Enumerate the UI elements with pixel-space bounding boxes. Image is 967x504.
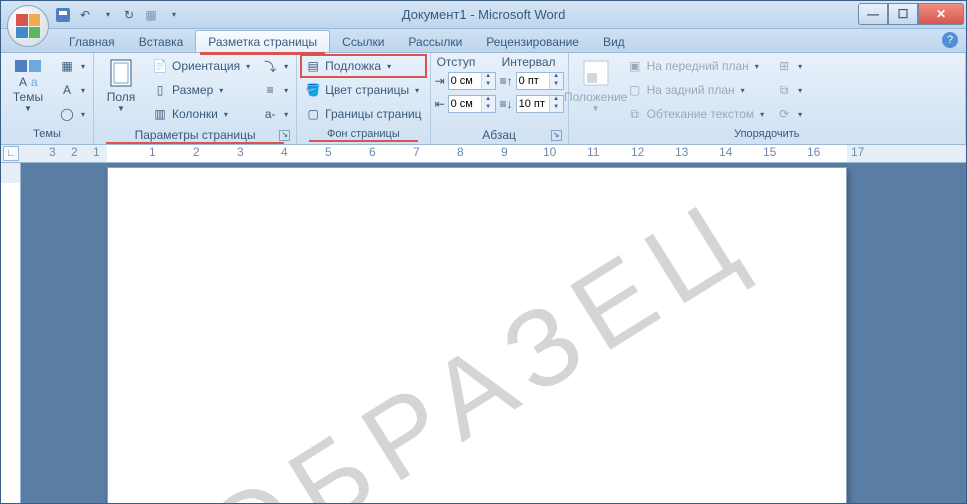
- quick-access-toolbar: ↶ ↻ ▦: [55, 1, 181, 28]
- rotate-icon: ⟳: [776, 106, 792, 122]
- tab-view[interactable]: Вид: [591, 31, 637, 52]
- fonts-icon: A: [59, 82, 75, 98]
- document-area[interactable]: ОБРАЗЕЦ: [21, 163, 966, 503]
- indent-right-spinner[interactable]: ▲▼: [448, 95, 496, 113]
- group-pagesetup-label: Параметры страницы↘: [98, 128, 292, 144]
- tab-references[interactable]: Ссылки: [330, 31, 396, 52]
- columns-button[interactable]: ▥Колонки: [148, 103, 254, 125]
- svg-text:a: a: [31, 75, 38, 88]
- position-button[interactable]: Положение ▼: [573, 55, 619, 116]
- tab-review[interactable]: Рецензирование: [474, 31, 591, 52]
- size-icon: ▯: [152, 82, 168, 98]
- group-themes: Aa Темы ▼ ▦ A ◯ Темы: [1, 53, 94, 144]
- page-borders-button[interactable]: ▢Границы страниц: [301, 103, 425, 125]
- group-page-background: ▤Подложка 🪣Цвет страницы ▢Границы страни…: [297, 53, 430, 144]
- redo-icon[interactable]: ↻: [121, 7, 137, 23]
- workspace: ОБРАЗЕЦ: [1, 163, 966, 503]
- rotate-button[interactable]: ⟳: [772, 103, 806, 125]
- office-button[interactable]: [7, 5, 49, 47]
- size-button[interactable]: ▯Размер: [148, 79, 254, 101]
- group-paragraph: Отступ ⇥▲▼ ⇤▲▼ Интервал ≡↑▲▼ ≡↓▲▼ Абзац↘: [431, 53, 569, 144]
- align-icon: ⊞: [776, 58, 792, 74]
- colors-icon: ▦: [59, 58, 75, 74]
- linenum-button[interactable]: ≡: [258, 79, 292, 101]
- minimize-button[interactable]: —: [858, 3, 888, 25]
- margins-icon: [105, 57, 137, 89]
- app-window: ↶ ↻ ▦ Документ1 - Microsoft Word — ☐ ✕ Г…: [0, 0, 967, 504]
- indent-right-icon: ⇤: [435, 97, 445, 111]
- linenum-icon: ≡: [262, 82, 278, 98]
- ribbon: Aa Темы ▼ ▦ A ◯ Темы Поля ▼: [1, 53, 966, 145]
- quickprint-icon[interactable]: ▦: [143, 7, 159, 23]
- document-page[interactable]: ОБРАЗЕЦ: [107, 167, 847, 503]
- text-wrap-button[interactable]: ⧉Обтекание текстом: [623, 103, 769, 125]
- align-button[interactable]: ⊞: [772, 55, 806, 77]
- breaks-icon: ⤵: [262, 58, 278, 74]
- group-paragraph-label: Абзац↘: [435, 128, 564, 144]
- themes-label: Темы: [13, 91, 43, 104]
- group-background-label: Фон страницы: [301, 128, 425, 144]
- columns-icon: ▥: [152, 106, 168, 122]
- pagecolor-icon: 🪣: [305, 82, 321, 98]
- group-arrange: Положение ▼ ▣На передний план ▢На задний…: [569, 53, 966, 144]
- borders-icon: ▢: [305, 106, 321, 122]
- undo-icon[interactable]: ↶: [77, 7, 93, 23]
- wrap-icon: ⧉: [627, 106, 643, 122]
- tab-insert[interactable]: Вставка: [127, 31, 196, 52]
- effects-icon: ◯: [59, 106, 75, 122]
- pagesetup-launcher[interactable]: ↘: [279, 130, 290, 141]
- vertical-ruler[interactable]: [1, 163, 21, 503]
- group-page-setup: Поля ▼ 📄Ориентация ▯Размер ▥Колонки ⤵ ≡ …: [94, 53, 297, 144]
- undo-dropdown[interactable]: [99, 7, 115, 23]
- title-bar: ↶ ↻ ▦ Документ1 - Microsoft Word — ☐ ✕: [1, 1, 966, 29]
- watermark-button[interactable]: ▤Подложка: [301, 55, 425, 77]
- indent-left-icon: ⇥: [435, 74, 445, 88]
- bring-front-button[interactable]: ▣На передний план: [623, 55, 769, 77]
- window-controls: — ☐ ✕: [858, 3, 964, 25]
- back-icon: ▢: [627, 82, 643, 98]
- hyphen-icon: a-: [262, 106, 278, 122]
- tab-selector[interactable]: ∟: [3, 146, 19, 161]
- themes-icon: Aa: [12, 57, 44, 89]
- qat-customize-dropdown[interactable]: [165, 7, 181, 23]
- maximize-button[interactable]: ☐: [888, 3, 918, 25]
- indent-left-spinner[interactable]: ▲▼: [448, 72, 496, 90]
- orientation-button[interactable]: 📄Ориентация: [148, 55, 254, 77]
- save-icon[interactable]: [55, 7, 71, 23]
- orientation-icon: 📄: [152, 58, 168, 74]
- front-icon: ▣: [627, 58, 643, 74]
- watermark-text: ОБРАЗЕЦ: [183, 172, 772, 503]
- hyphen-button[interactable]: a-: [258, 103, 292, 125]
- position-icon: [580, 57, 612, 89]
- margins-button[interactable]: Поля ▼: [98, 55, 144, 116]
- close-button[interactable]: ✕: [918, 3, 964, 25]
- horizontal-ruler[interactable]: ∟ 321 123 456 789 101112 131415 1617: [1, 145, 966, 163]
- send-back-button[interactable]: ▢На задний план: [623, 79, 769, 101]
- ribbon-tabs: Главная Вставка Разметка страницы Ссылки…: [1, 29, 966, 53]
- group-themes-label: Темы: [5, 128, 89, 144]
- theme-colors-button[interactable]: ▦: [55, 55, 89, 77]
- space-before-icon: ≡↑: [500, 74, 513, 88]
- watermark-icon: ▤: [305, 58, 321, 74]
- themes-button[interactable]: Aa Темы ▼: [5, 55, 51, 116]
- spacing-heading: Интервал: [500, 55, 564, 69]
- breaks-button[interactable]: ⤵: [258, 55, 292, 77]
- space-after-spinner[interactable]: ▲▼: [516, 95, 564, 113]
- theme-fonts-button[interactable]: A: [55, 79, 89, 101]
- page-color-button[interactable]: 🪣Цвет страницы: [301, 79, 425, 101]
- theme-effects-button[interactable]: ◯: [55, 103, 89, 125]
- tab-home[interactable]: Главная: [57, 31, 127, 52]
- help-icon[interactable]: ?: [942, 32, 958, 48]
- group-button[interactable]: ⧉: [772, 79, 806, 101]
- group-arrange-label: Упорядочить: [573, 128, 961, 144]
- space-before-spinner[interactable]: ▲▼: [516, 72, 564, 90]
- tab-page-layout[interactable]: Разметка страницы: [195, 30, 330, 52]
- space-after-icon: ≡↓: [500, 97, 513, 111]
- margins-label: Поля: [107, 91, 136, 104]
- indent-heading: Отступ: [435, 55, 496, 69]
- group-icon: ⧉: [776, 82, 792, 98]
- svg-text:A: A: [19, 75, 27, 88]
- paragraph-launcher[interactable]: ↘: [551, 130, 562, 141]
- tab-mailings[interactable]: Рассылки: [396, 31, 474, 52]
